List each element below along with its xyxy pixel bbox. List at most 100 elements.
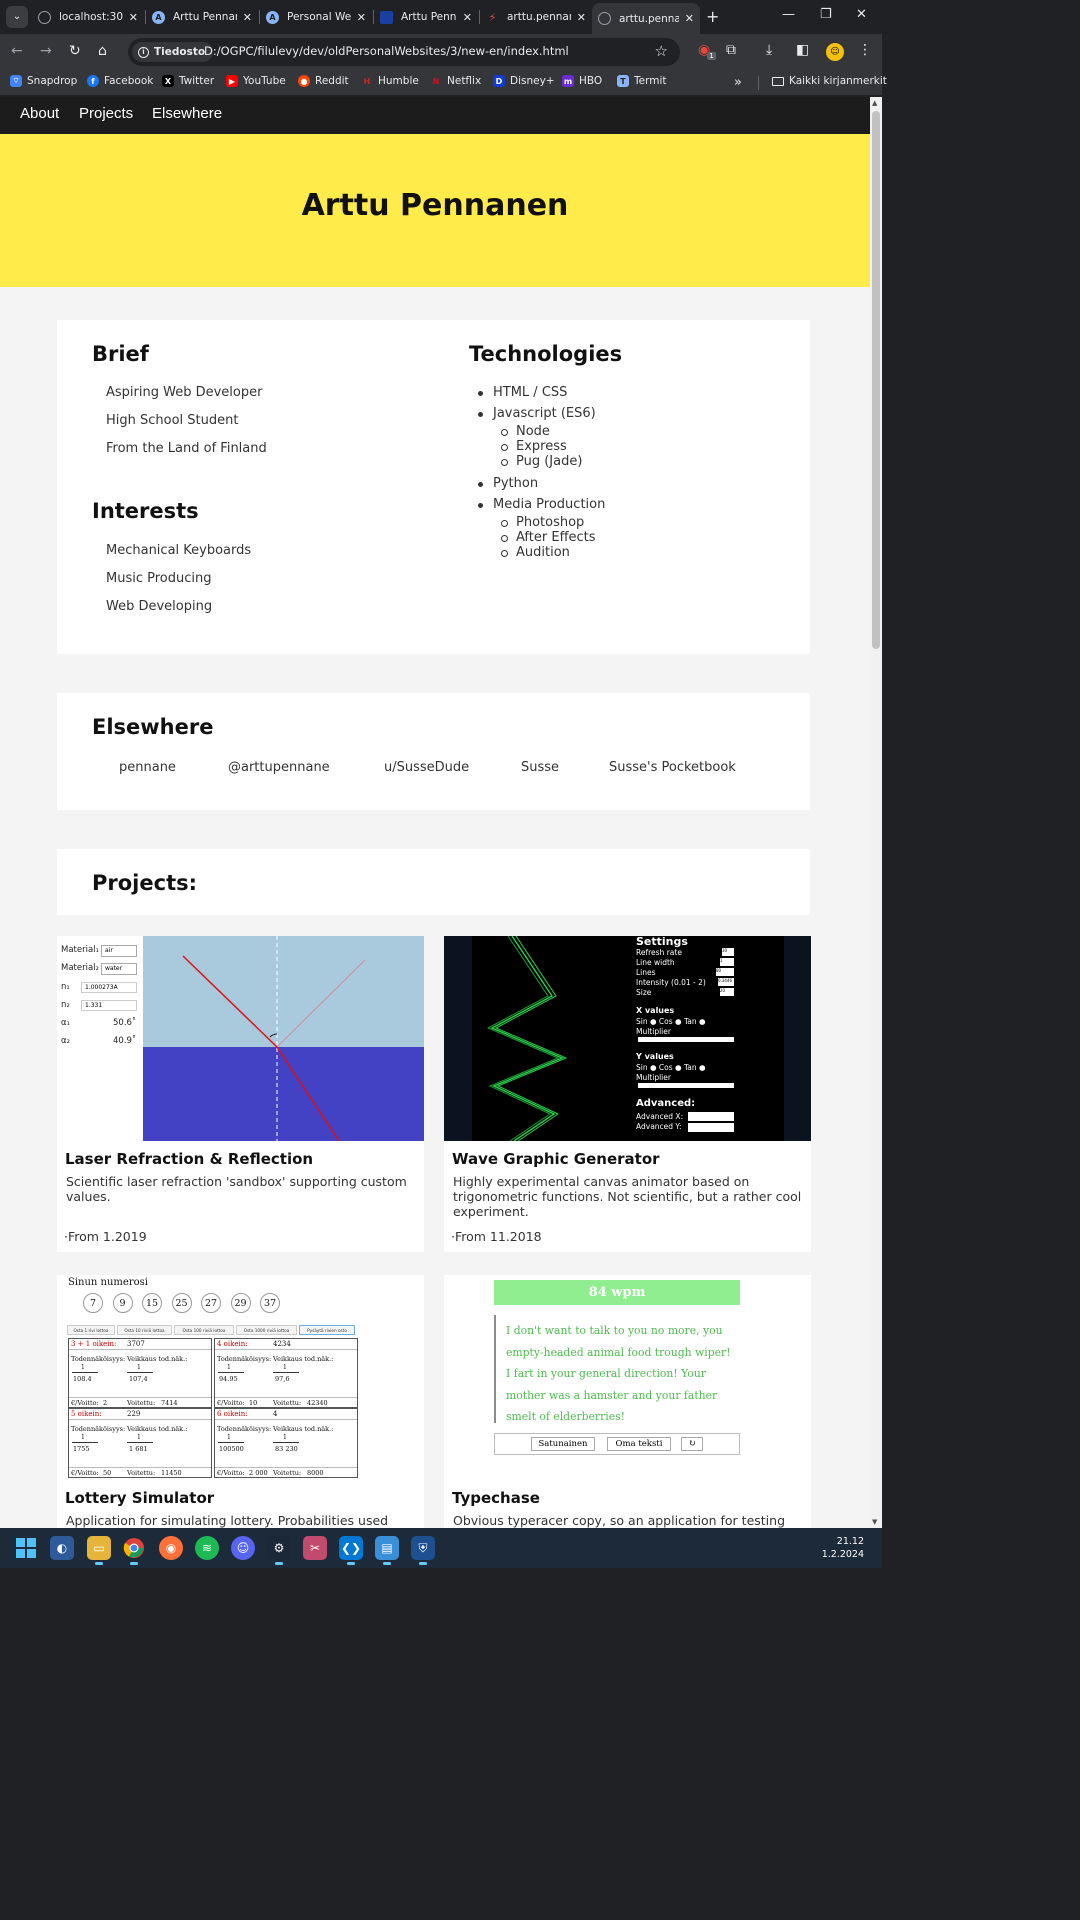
close-tab-icon[interactable]: ✕ [577,11,586,24]
tech-subitem: Audition [501,545,570,560]
bookmark-item[interactable]: X Twitter [162,75,214,87]
vscode-icon[interactable]: ❮❯ [339,1536,363,1565]
bookmark-item[interactable]: H Humble [361,75,419,87]
bookmark-star-icon[interactable]: ☆ [655,42,668,60]
scrollbar-thumb[interactable] [872,111,880,649]
project-card[interactable]: Material₁ air Material₂ water n₁ 1.00027… [57,936,424,1252]
snipping-tool-icon[interactable]: ✂ [303,1536,327,1560]
tech-subitem: Express [501,439,567,454]
elsewhere-link[interactable]: Susse's Pocketbook [609,760,736,775]
technologies-heading: Technologies [469,342,623,366]
project-description: Highly experimental canvas animator base… [453,1174,802,1219]
bookmark-item[interactable]: f Facebook [87,75,153,87]
firefox-icon[interactable]: ◉ [159,1536,183,1560]
chat-icon[interactable]: ◐ [50,1536,74,1560]
tech-subitem: Pug (Jade) [500,454,583,469]
project-card[interactable]: Settings Refresh rate 30 Line width 1 Li… [444,936,811,1252]
app-a-icon: A [266,10,279,24]
tab-strip: ⌄ localhost:3000 ✕ A Arttu Pennanen ✕ A … [0,0,882,34]
extension-icon[interactable]: ◉1 [698,42,719,60]
new-tab-button[interactable]: + [706,7,719,26]
page-scrollbar[interactable]: ▲ ▼ [870,97,882,1528]
spotify-icon[interactable]: ≋ [195,1536,219,1560]
discord-icon[interactable]: ☺ [231,1536,255,1560]
browser-tab[interactable]: ⚡ arttu.pennanen ✕ [480,5,592,29]
window-close-icon[interactable]: ✕ [856,7,867,22]
bookmark-item[interactable]: D Disney+ [493,75,555,87]
forward-icon[interactable]: → [40,43,52,59]
windows-start-icon[interactable] [14,1536,38,1560]
close-tab-icon[interactable]: ✕ [357,11,366,24]
facebook-icon: f [87,75,99,87]
project-card[interactable]: Sinun numerosi 7 9 15 25 27 29 37 Osta 1 rivi … [57,1275,424,1528]
page-viewport: About Projects Elsewhere Arttu Pennanen … [0,97,870,1528]
more-bookmarks-icon[interactable]: » [734,75,742,90]
bookmark-item[interactable]: ▶ YouTube [226,75,286,87]
lotto-result-box: 5 oikein: 229 Todennäköisyys: Veikkaus tod.… [68,1408,212,1478]
profile-avatar[interactable]: ☺ [826,43,844,61]
notepad-icon[interactable]: ▤ [375,1536,399,1565]
globe-icon [38,10,51,24]
scroll-down-icon[interactable]: ▼ [872,1518,877,1526]
download-icon[interactable]: ⤓ [766,42,772,58]
site-info-chip[interactable]: i Tiedosto [132,42,214,62]
back-icon[interactable]: ← [11,43,23,59]
site-nav: About Projects Elsewhere [0,97,870,134]
bookmark-item[interactable]: m HBO [562,75,602,87]
url-text[interactable]: D:/OGPC/filulevy/dev/oldPersonalWebsites… [204,44,569,58]
system-clock[interactable]: 21.12 1.2.2024 [822,1535,864,1561]
nav-projects[interactable]: Projects [79,105,133,122]
reddit-icon: ● [298,75,310,87]
disney-plus-icon: D [493,75,505,87]
globe-icon [598,12,611,25]
side-panel-icon[interactable]: ◧ [796,42,809,58]
extensions-puzzle-icon[interactable]: ⧉ [726,42,736,58]
tech-subitem: Node [501,424,550,439]
close-tab-icon[interactable]: ✕ [685,12,694,25]
address-bar[interactable]: i Tiedosto D:/OGPC/filulevy/dev/oldPerso… [128,38,680,66]
security-shield-icon[interactable]: ⛨ [411,1536,435,1565]
browser-tab-active[interactable]: arttu.pennanen ✕ [592,3,700,34]
home-icon[interactable]: ⌂ [98,43,107,59]
bookmark-item[interactable]: ● Reddit [298,75,349,87]
elsewhere-link[interactable]: Susse [521,760,559,775]
menu-kebab-icon[interactable]: ⋮ [858,42,872,58]
restore-icon[interactable]: ❐ [820,7,832,22]
bookmark-item[interactable]: N Netflix [430,75,482,87]
tab-search-button[interactable]: ⌄ [6,6,28,28]
minimize-icon[interactable]: — [782,7,795,22]
bookmark-item[interactable]: ⌔ Snapdrop [10,75,77,87]
all-bookmarks-folder[interactable]: Kaikki kirjanmerkit [772,75,887,87]
brief-item: From the Land of Finland [106,441,267,456]
tech-item: Python [477,476,539,491]
project-date: ·From 11.2018 [451,1229,542,1244]
scroll-up-icon[interactable]: ▲ [872,99,877,107]
lotto-number-ball: 29 [230,1293,251,1313]
elsewhere-link[interactable]: @arttupennane [228,760,330,775]
tech-subitem: After Effects [501,530,596,545]
projects-heading: Projects: [92,871,197,895]
netflix-icon: N [432,76,440,86]
chrome-icon[interactable] [122,1536,146,1565]
project-screenshot: 84 wpm I don't want to talk to you no mo… [444,1275,811,1485]
close-tab-icon[interactable]: ✕ [129,11,138,24]
elsewhere-link[interactable]: u/SusseDude [384,760,469,775]
bookmark-item[interactable]: T Termit [617,75,666,87]
project-title: Laser Refraction & Reflection [65,1150,314,1168]
project-card[interactable]: 84 wpm I don't want to talk to you no mo… [444,1275,811,1528]
projects-heading-card: Projects: [57,849,810,915]
browser-tab[interactable]: Arttu Pennanen ✕ [374,5,478,29]
file-explorer-icon[interactable]: ▭ [87,1536,111,1565]
browser-tab[interactable]: A Arttu Pennanen ✕ [146,5,258,29]
browser-tab[interactable]: localhost:3000 ✕ [32,5,144,29]
about-card: Brief Aspiring Web Developer High School… [57,320,810,654]
reload-icon[interactable]: ↻ [69,43,81,59]
close-tab-icon[interactable]: ✕ [243,11,252,24]
nav-about[interactable]: About [20,105,59,122]
elsewhere-link[interactable]: pennane [119,760,176,775]
browser-tab[interactable]: A Personal Website ✕ [260,5,372,29]
hero-banner: Arttu Pennanen [0,134,870,287]
nav-elsewhere[interactable]: Elsewhere [152,105,222,122]
steam-icon[interactable]: ⚙ [267,1536,291,1565]
close-tab-icon[interactable]: ✕ [463,11,472,24]
